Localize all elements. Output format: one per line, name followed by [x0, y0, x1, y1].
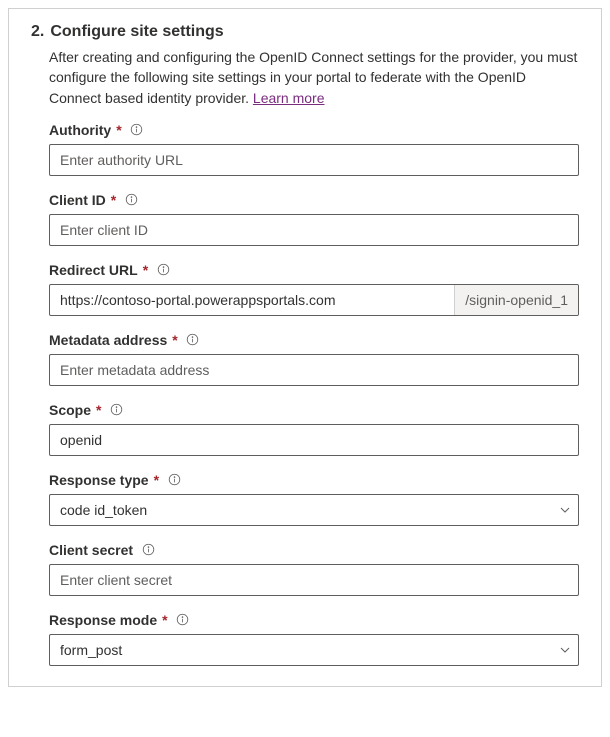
- redirect-url-input[interactable]: [50, 285, 454, 315]
- client-secret-label: Client secret: [49, 542, 133, 558]
- required-indicator: *: [96, 402, 101, 418]
- metadata-address-label: Metadata address: [49, 332, 167, 348]
- label-row: Response type *: [49, 472, 579, 488]
- required-indicator: *: [162, 612, 167, 628]
- client-secret-input[interactable]: [49, 564, 579, 596]
- label-row: Authority *: [49, 122, 579, 138]
- info-icon[interactable]: [141, 543, 155, 557]
- label-row: Metadata address *: [49, 332, 579, 348]
- info-icon[interactable]: [167, 473, 181, 487]
- redirect-url-suffix: /signin-openid_1: [454, 285, 578, 315]
- client-id-input[interactable]: [49, 214, 579, 246]
- field-authority: Authority *: [49, 122, 579, 176]
- metadata-address-input[interactable]: [49, 354, 579, 386]
- step-title: Configure site settings: [50, 23, 223, 41]
- response-mode-select[interactable]: form_post: [49, 634, 579, 666]
- required-indicator: *: [116, 122, 121, 138]
- field-metadata-address: Metadata address *: [49, 332, 579, 386]
- redirect-url-input-wrap: /signin-openid_1: [49, 284, 579, 316]
- label-row: Client ID *: [49, 192, 579, 208]
- client-id-label: Client ID: [49, 192, 106, 208]
- info-icon[interactable]: [156, 263, 170, 277]
- response-mode-label: Response mode: [49, 612, 157, 628]
- field-response-mode: Response mode * form_post: [49, 612, 579, 666]
- redirect-url-label: Redirect URL: [49, 262, 138, 278]
- field-redirect-url: Redirect URL * /signin-openid_1: [49, 262, 579, 316]
- response-type-label: Response type: [49, 472, 149, 488]
- step-header: 2. Configure site settings: [31, 23, 579, 41]
- fields-container: Authority * Client ID * Redirect URL: [49, 122, 579, 666]
- label-row: Response mode *: [49, 612, 579, 628]
- step-description: After creating and configuring the OpenI…: [49, 47, 579, 108]
- info-icon[interactable]: [109, 403, 123, 417]
- info-icon[interactable]: [130, 123, 144, 137]
- authority-input[interactable]: [49, 144, 579, 176]
- info-icon[interactable]: [186, 333, 200, 347]
- scope-label: Scope: [49, 402, 91, 418]
- required-indicator: *: [143, 262, 148, 278]
- learn-more-link[interactable]: Learn more: [253, 90, 325, 106]
- authority-label: Authority: [49, 122, 111, 138]
- required-indicator: *: [172, 332, 177, 348]
- label-row: Client secret: [49, 542, 579, 558]
- response-type-select[interactable]: code id_token: [49, 494, 579, 526]
- scope-input[interactable]: [49, 424, 579, 456]
- field-scope: Scope *: [49, 402, 579, 456]
- info-icon[interactable]: [124, 193, 138, 207]
- configure-site-settings-panel: 2. Configure site settings After creatin…: [8, 8, 602, 687]
- required-indicator: *: [154, 472, 159, 488]
- response-mode-select-wrap: form_post: [49, 634, 579, 666]
- field-client-id: Client ID *: [49, 192, 579, 246]
- label-row: Scope *: [49, 402, 579, 418]
- step-number: 2.: [31, 23, 44, 41]
- response-type-select-wrap: code id_token: [49, 494, 579, 526]
- info-icon[interactable]: [176, 613, 190, 627]
- label-row: Redirect URL *: [49, 262, 579, 278]
- required-indicator: *: [111, 192, 116, 208]
- field-response-type: Response type * code id_token: [49, 472, 579, 526]
- field-client-secret: Client secret: [49, 542, 579, 596]
